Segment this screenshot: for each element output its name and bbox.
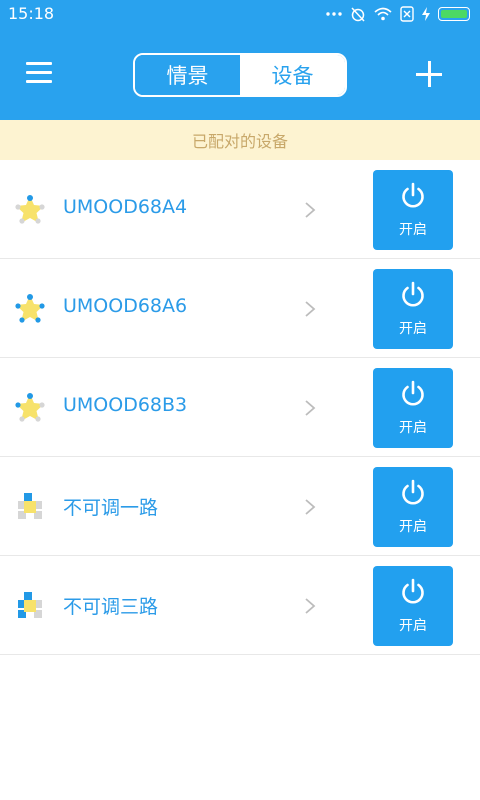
add-icon[interactable] — [416, 61, 442, 87]
chevron-right-icon — [305, 400, 316, 416]
status-bar: 15:18 — [0, 0, 480, 28]
power-button-label: 开启 — [399, 420, 427, 436]
power-on-button[interactable]: 开启 — [373, 566, 453, 646]
power-on-button[interactable]: 开启 — [373, 368, 453, 448]
power-icon — [402, 281, 424, 307]
tab-scenes[interactable]: 情景 — [135, 55, 240, 95]
power-icon — [402, 182, 424, 208]
no-sim-icon — [400, 6, 414, 22]
device-name: 不可调三路 — [63, 596, 159, 618]
power-button-label: 开启 — [399, 519, 427, 535]
switch-light-icon — [18, 493, 42, 519]
chevron-right-icon — [305, 598, 316, 614]
device-row[interactable]: UMOOD68B3 开启 — [0, 358, 480, 457]
star-light-icon — [15, 195, 45, 224]
power-on-button[interactable]: 开启 — [373, 467, 453, 547]
device-name: UMOOD68A6 — [63, 295, 188, 317]
device-list: UMOOD68A4 开启 UMOOD68A6 开启 UMOOD68B3 开启 不… — [0, 160, 480, 655]
device-name: UMOOD68A4 — [63, 196, 188, 218]
star-light-icon — [15, 294, 45, 323]
battery-icon — [438, 7, 470, 21]
more-dots-icon — [326, 12, 342, 16]
power-button-label: 开启 — [399, 321, 427, 337]
device-row[interactable]: 不可调一路 开启 — [0, 457, 480, 556]
power-icon — [402, 479, 424, 505]
power-button-label: 开启 — [399, 222, 427, 238]
power-on-button[interactable]: 开启 — [373, 269, 453, 349]
switch-light-icon — [18, 592, 42, 618]
alarm-off-icon — [351, 7, 365, 22]
device-row[interactable]: UMOOD68A6 开启 — [0, 259, 480, 358]
tab-devices[interactable]: 设备 — [240, 55, 345, 95]
status-icons — [326, 5, 470, 23]
chevron-right-icon — [305, 499, 316, 515]
power-icon — [402, 380, 424, 406]
device-row[interactable]: 不可调三路 开启 — [0, 556, 480, 655]
chevron-right-icon — [305, 301, 316, 317]
chevron-right-icon — [305, 202, 316, 218]
tab-segment: 情景 设备 — [133, 53, 347, 97]
menu-icon[interactable] — [26, 60, 54, 84]
power-on-button[interactable]: 开启 — [373, 170, 453, 250]
charging-icon — [422, 7, 430, 21]
device-name: UMOOD68B3 — [63, 394, 188, 416]
status-time: 15:18 — [8, 4, 55, 23]
device-name: 不可调一路 — [63, 497, 159, 519]
section-header: 已配对的设备 — [0, 120, 480, 160]
app-bar: 情景 设备 — [0, 28, 480, 120]
power-button-label: 开启 — [399, 618, 427, 634]
star-light-icon — [15, 393, 45, 422]
power-icon — [402, 578, 424, 604]
device-row[interactable]: UMOOD68A4 开启 — [0, 160, 480, 259]
wifi-icon — [374, 7, 392, 21]
